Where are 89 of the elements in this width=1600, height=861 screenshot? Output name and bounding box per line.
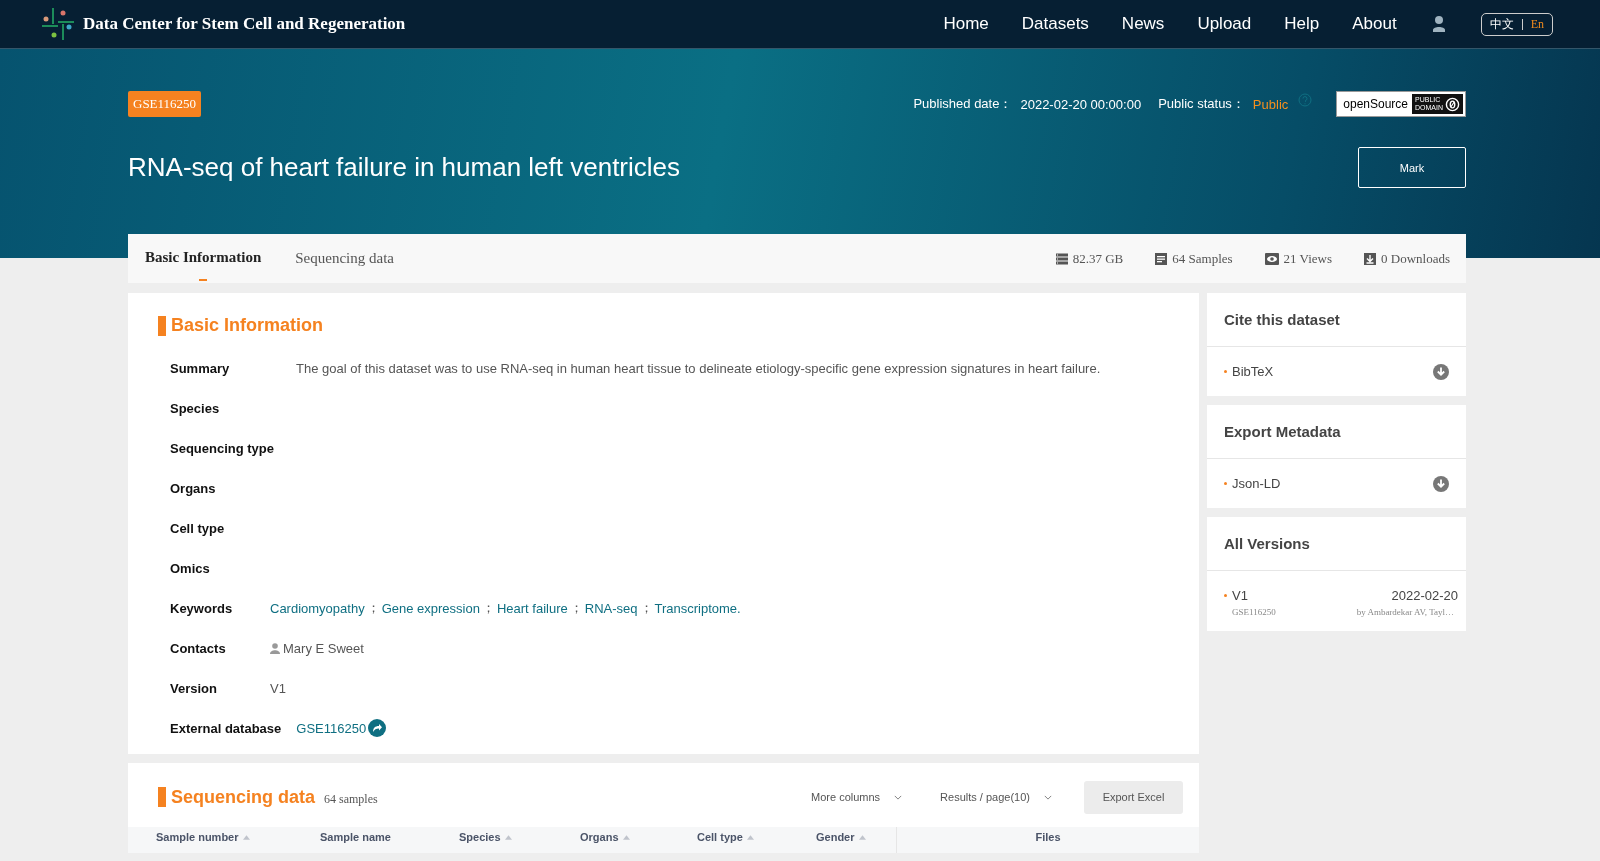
contact-name: Mary E Sweet bbox=[283, 640, 364, 656]
keyword-link[interactable]: Gene expression bbox=[381, 600, 480, 616]
download-format[interactable]: BibTeX bbox=[1232, 364, 1433, 379]
field-label: Sequencing type bbox=[170, 440, 275, 456]
sort-icon[interactable] bbox=[858, 834, 866, 840]
keyword-link[interactable]: Transcriptome. bbox=[654, 600, 741, 616]
language-option[interactable]: 中文 bbox=[1489, 15, 1514, 33]
chevron-icon bbox=[894, 794, 903, 800]
bullet-icon bbox=[1224, 594, 1227, 597]
sort-icon[interactable] bbox=[622, 834, 630, 840]
column-header[interactable]: Organs bbox=[580, 831, 630, 843]
help-icon[interactable] bbox=[1298, 93, 1313, 107]
dataset-title: RNA-seq of heart failure in human left ventricles bbox=[128, 152, 681, 183]
tab[interactable]: Sequencing data bbox=[278, 234, 411, 283]
field-label: Contacts bbox=[170, 640, 227, 656]
column-header[interactable]: Species bbox=[459, 831, 512, 843]
panel-title: Cite this dataset bbox=[1207, 293, 1466, 347]
user-icon[interactable] bbox=[1431, 15, 1446, 33]
stat-text: 21 Views bbox=[1283, 250, 1333, 267]
separator: ； bbox=[366, 599, 380, 617]
sort-icon[interactable] bbox=[242, 834, 250, 840]
download-icon[interactable] bbox=[1433, 363, 1449, 380]
nav-link[interactable]: Help bbox=[1284, 14, 1320, 34]
field-value: V1 bbox=[270, 680, 286, 696]
field-value: The goal of this dataset was to use RNA-seq in human heart tissue to delineate etiology-specific gene expression signatures in heart failure. bbox=[296, 360, 1101, 376]
bullet-icon bbox=[1224, 370, 1227, 373]
field-label: Keywords bbox=[170, 600, 234, 616]
sort-icon[interactable] bbox=[746, 834, 754, 840]
version-authors: by Ambardekar AV, Tayl… bbox=[1356, 607, 1454, 617]
field-label: Summary bbox=[170, 360, 231, 376]
more-columns-dropdown[interactable]: More columns bbox=[805, 790, 909, 804]
mark-button[interactable]: Mark bbox=[1358, 147, 1466, 188]
stat-text: 82.37 GB bbox=[1072, 250, 1124, 267]
keyword-link[interactable]: Heart failure bbox=[496, 600, 568, 616]
version-accession: GSE116250 bbox=[1232, 607, 1276, 617]
field-label: External database bbox=[170, 720, 282, 736]
download-icon[interactable] bbox=[1433, 475, 1449, 492]
chevron-icon bbox=[1044, 794, 1052, 800]
bullet-icon bbox=[1224, 482, 1227, 485]
stat-text: 64 Samples bbox=[1172, 250, 1233, 267]
field-label: Species bbox=[170, 400, 221, 416]
status-label: Public status： bbox=[1158, 95, 1245, 113]
nav-link[interactable]: About bbox=[1352, 14, 1397, 34]
results-per-page-dropdown[interactable]: Results / page(10) bbox=[934, 790, 1058, 804]
column-header[interactable]: Cell type bbox=[697, 831, 754, 843]
sample-count: 64 samples bbox=[324, 791, 378, 807]
nav-link[interactable]: Upload bbox=[1197, 14, 1252, 34]
stat-text: 0 Downloads bbox=[1381, 250, 1450, 267]
list-icon bbox=[1155, 252, 1168, 265]
nav-link[interactable]: News bbox=[1121, 14, 1165, 34]
field-label: Version bbox=[170, 680, 218, 696]
person-icon bbox=[270, 642, 280, 654]
eye-icon bbox=[1264, 252, 1279, 265]
separator: ； bbox=[569, 599, 583, 617]
sort-icon[interactable] bbox=[504, 834, 512, 840]
nav-link[interactable]: Datasets bbox=[1021, 14, 1089, 34]
published-label: Published date： bbox=[913, 95, 1013, 113]
published-date: 2022-02-20 00:00:00 bbox=[1020, 96, 1142, 112]
separator: ； bbox=[639, 599, 653, 617]
status-value: Public bbox=[1252, 96, 1289, 112]
export-excel-button[interactable]: Export Excel bbox=[1084, 780, 1183, 814]
panel-title: Export Metadata bbox=[1207, 405, 1466, 459]
accession-badge: GSE116250 bbox=[128, 91, 202, 117]
accent-bar bbox=[158, 787, 166, 807]
column-header[interactable]: Files bbox=[1035, 831, 1061, 843]
field-label: Omics bbox=[170, 560, 211, 576]
site-title[interactable]: Data Center for Stem Cell and Regeneration bbox=[83, 14, 406, 34]
field-label: Organs bbox=[170, 480, 217, 496]
column-header[interactable]: Sample name bbox=[320, 831, 391, 843]
language-option[interactable]: En bbox=[1530, 16, 1544, 32]
external-link[interactable]: GSE116250 bbox=[296, 720, 367, 736]
column-header[interactable]: Sample number bbox=[156, 831, 250, 843]
separator: ； bbox=[481, 599, 495, 617]
logo-icon bbox=[41, 7, 75, 41]
keyword-link[interactable]: RNA-seq bbox=[584, 600, 638, 616]
field-label: Cell type bbox=[170, 520, 226, 536]
version-date: 2022-02-20 bbox=[1391, 588, 1458, 603]
panel-title: All Versions bbox=[1207, 517, 1466, 571]
license-label: openSource bbox=[1342, 97, 1409, 111]
download-icon bbox=[1364, 252, 1377, 265]
accent-bar bbox=[158, 315, 166, 336]
nav-link[interactable]: Home bbox=[943, 14, 989, 34]
version-name[interactable]: V1 bbox=[1232, 588, 1392, 603]
storage-icon bbox=[1055, 252, 1068, 265]
column-header[interactable]: Gender bbox=[816, 831, 866, 843]
download-format[interactable]: Json-LD bbox=[1232, 476, 1433, 491]
section-heading: Basic Information bbox=[171, 315, 324, 336]
keyword-link[interactable]: Cardiomyopathy bbox=[270, 600, 365, 616]
section-heading: Sequencing data bbox=[171, 786, 316, 808]
